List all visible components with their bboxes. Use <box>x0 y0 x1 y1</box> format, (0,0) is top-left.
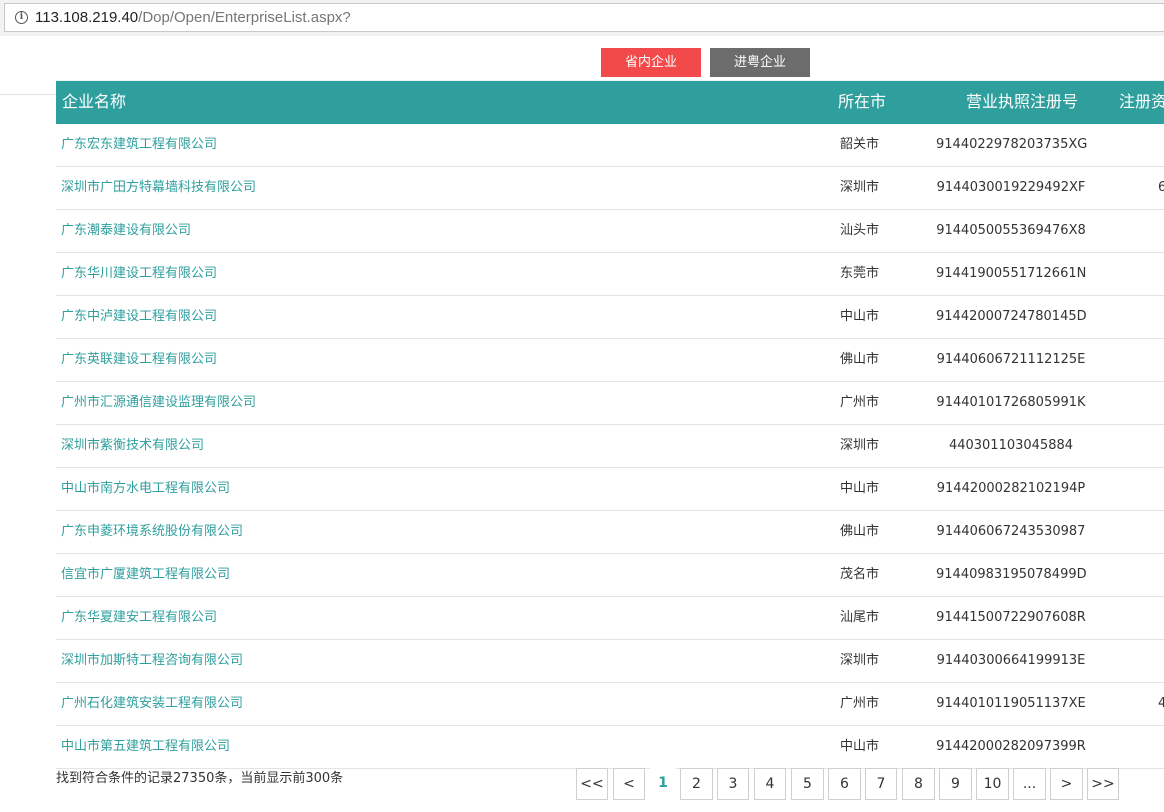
table-row: 广东英联建设工程有限公司 佛山市 91440606721112125E <box>56 339 1164 382</box>
capital-cell: 6 <box>1158 180 1164 195</box>
pager-prev-button[interactable]: < <box>613 768 645 800</box>
registration-number-cell: 91440101726805991K <box>936 395 1086 410</box>
company-name-link[interactable]: 广东华夏建安工程有限公司 <box>61 610 217 626</box>
registration-number-cell: 9144022978203735XG <box>936 137 1088 152</box>
record-count-summary: 找到符合条件的记录27350条，当前显示前300条 <box>56 771 344 786</box>
city-cell: 韶关市 <box>840 137 880 152</box>
registration-number-cell: 9144050055369476X8 <box>936 223 1086 238</box>
registration-number-cell: 9144010119051137XE <box>936 696 1086 711</box>
pager-page-6[interactable]: 6 <box>828 768 861 800</box>
city-cell: 广州市 <box>840 696 880 711</box>
city-cell: 佛山市 <box>840 352 880 367</box>
pager-page-3[interactable]: 3 <box>717 768 749 800</box>
table-row: 信宜市广厦建筑工程有限公司 茂名市 91440983195078499D <box>56 554 1164 597</box>
city-cell: 汕头市 <box>840 223 880 238</box>
city-cell: 中山市 <box>840 309 880 324</box>
company-name-link[interactable]: 广州石化建筑安装工程有限公司 <box>61 696 243 712</box>
company-name-link[interactable]: 深圳市紫衡技术有限公司 <box>61 438 204 454</box>
company-name-link[interactable]: 深圳市加斯特工程咨询有限公司 <box>61 653 243 669</box>
registration-number-cell: 91442000282102194P <box>936 481 1086 496</box>
city-cell: 深圳市 <box>840 438 880 453</box>
pager-page-8[interactable]: 8 <box>902 768 935 800</box>
pager-page-10[interactable]: 10 <box>976 768 1009 800</box>
pager-first-button[interactable]: << <box>576 768 608 800</box>
pager-ellipsis-button[interactable]: ... <box>1013 768 1046 800</box>
registration-number-cell: 91442000282097399R <box>936 739 1086 754</box>
registration-number-cell: 914406067243530987 <box>936 524 1086 539</box>
registration-number-cell: 9144030019229492XF <box>936 180 1086 195</box>
company-name-link[interactable]: 广东潮泰建设有限公司 <box>61 223 191 239</box>
tab-outside-enterprises[interactable]: 进粤企业 <box>710 48 810 77</box>
url-path: /Dop/Open/EnterpriseList.aspx? <box>138 9 351 26</box>
pager-page-1[interactable]: 1 <box>650 768 676 800</box>
tab-province-enterprises[interactable]: 省内企业 <box>601 48 701 77</box>
table-row: 广东华夏建安工程有限公司 汕尾市 91441500722907608R <box>56 597 1164 640</box>
registration-number-cell: 91440606721112125E <box>936 352 1086 367</box>
table-body: 广东宏东建筑工程有限公司 韶关市 9144022978203735XG 深圳市广田方特… <box>56 124 1164 769</box>
pager-page-9[interactable]: 9 <box>939 768 972 800</box>
city-cell: 佛山市 <box>840 524 880 539</box>
pager-last-button[interactable]: >> <box>1087 768 1119 800</box>
capital-cell: 4 <box>1158 696 1164 711</box>
city-cell: 中山市 <box>840 739 880 754</box>
table-row: 广州市汇源通信建设监理有限公司 广州市 91440101726805991K <box>56 382 1164 425</box>
registration-number-cell: 91440300664199913E <box>936 653 1086 668</box>
table-row: 广东中泸建设工程有限公司 中山市 91442000724780145D <box>56 296 1164 339</box>
company-name-link[interactable]: 广东申菱环境系统股份有限公司 <box>61 524 243 540</box>
company-name-link[interactable]: 广东宏东建筑工程有限公司 <box>61 137 217 153</box>
city-cell: 东莞市 <box>840 266 880 281</box>
table-row: 广东宏东建筑工程有限公司 韶关市 9144022978203735XG <box>56 124 1164 167</box>
registration-number-cell: 91440983195078499D <box>936 567 1087 582</box>
table-row: 广东申菱环境系统股份有限公司 佛山市 914406067243530987 <box>56 511 1164 554</box>
pager-page-7[interactable]: 7 <box>865 768 897 800</box>
city-cell: 深圳市 <box>840 180 880 195</box>
company-name-link[interactable]: 广州市汇源通信建设监理有限公司 <box>61 395 256 411</box>
company-name-link[interactable]: 中山市第五建筑工程有限公司 <box>61 739 230 755</box>
table-header: 企业名称 所在市 营业执照注册号 注册资 <box>56 81 1164 124</box>
registration-number-cell: 91441500722907608R <box>936 610 1086 625</box>
column-header-capital: 注册资 <box>1119 92 1164 111</box>
table-row: 广东潮泰建设有限公司 汕头市 9144050055369476X8 <box>56 210 1164 253</box>
city-cell: 中山市 <box>840 481 880 496</box>
column-header-city: 所在市 <box>838 92 887 111</box>
company-name-link[interactable]: 广东华川建设工程有限公司 <box>61 266 217 282</box>
registration-number-cell: 91441900551712661N <box>936 266 1087 281</box>
pager-next-button[interactable]: > <box>1050 768 1083 800</box>
pager-page-2[interactable]: 2 <box>680 768 713 800</box>
company-name-link[interactable]: 广东英联建设工程有限公司 <box>61 352 217 368</box>
table-row: 深圳市广田方特幕墙科技有限公司 深圳市 9144030019229492XF 6 <box>56 167 1164 210</box>
table-row: 中山市南方水电工程有限公司 中山市 91442000282102194P <box>56 468 1164 511</box>
table-row: 广州石化建筑安装工程有限公司 广州市 9144010119051137XE 4 <box>56 683 1164 726</box>
site-info-icon[interactable]: i <box>15 11 28 24</box>
url-field[interactable]: i 113.108.219.40/Dop/Open/EnterpriseList… <box>4 3 1164 32</box>
company-name-link[interactable]: 信宜市广厦建筑工程有限公司 <box>61 567 230 583</box>
url-text: 113.108.219.40/Dop/Open/EnterpriseList.a… <box>35 9 351 27</box>
company-name-link[interactable]: 深圳市广田方特幕墙科技有限公司 <box>61 180 256 196</box>
table-row: 深圳市加斯特工程咨询有限公司 深圳市 91440300664199913E <box>56 640 1164 683</box>
table-row: 深圳市紫衡技术有限公司 深圳市 440301103045884 <box>56 425 1164 468</box>
browser-address-bar: i 113.108.219.40/Dop/Open/EnterpriseList… <box>0 0 1164 36</box>
url-host: 113.108.219.40 <box>35 9 139 26</box>
city-cell: 广州市 <box>840 395 880 410</box>
pager-page-5[interactable]: 5 <box>791 768 824 800</box>
company-name-link[interactable]: 广东中泸建设工程有限公司 <box>61 309 217 325</box>
registration-number-cell: 91442000724780145D <box>936 309 1087 324</box>
registration-number-cell: 440301103045884 <box>948 438 1074 453</box>
pager-page-4[interactable]: 4 <box>754 768 786 800</box>
table-row: 广东华川建设工程有限公司 东莞市 91441900551712661N <box>56 253 1164 296</box>
table-row: 中山市第五建筑工程有限公司 中山市 91442000282097399R <box>56 726 1164 769</box>
city-cell: 深圳市 <box>840 653 880 668</box>
column-header-name: 企业名称 <box>62 92 127 111</box>
city-cell: 汕尾市 <box>840 610 880 625</box>
column-header-registration: 营业执照注册号 <box>966 92 1079 111</box>
company-name-link[interactable]: 中山市南方水电工程有限公司 <box>61 481 230 497</box>
city-cell: 茂名市 <box>840 567 880 582</box>
